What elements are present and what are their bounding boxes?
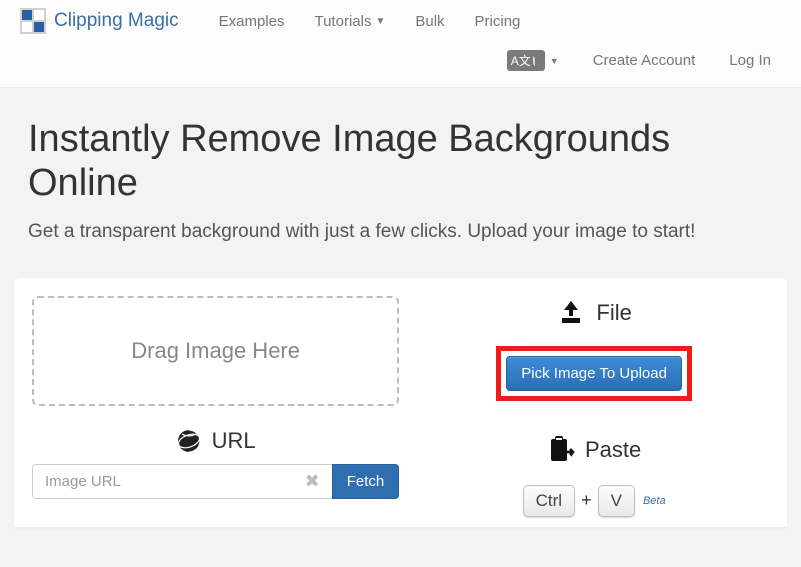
plus-sign: + [581, 490, 592, 511]
file-section-header: File [556, 298, 631, 328]
paste-section-header: Paste [547, 435, 641, 465]
brand-link[interactable]: Clipping Magic [20, 8, 179, 34]
nav-create-account[interactable]: Create Account [593, 52, 696, 69]
nav-pricing[interactable]: Pricing [475, 13, 521, 30]
paste-shortcut-row: Ctrl + V Beta [523, 485, 666, 517]
nav-tutorials-label: Tutorials [314, 13, 371, 30]
translate-icon: A文 [507, 50, 545, 71]
upload-right-column: File Pick Image To Upload Paste Ctrl + V… [419, 296, 769, 517]
beta-badge: Beta [643, 495, 666, 507]
nav-login[interactable]: Log In [729, 52, 771, 69]
language-switcher[interactable]: A文 ▼ [507, 50, 559, 71]
upload-icon [556, 298, 586, 328]
url-input[interactable] [41, 465, 301, 498]
globe-icon [176, 428, 202, 454]
upload-left-column: Drag Image Here URL ✖ Fetch [32, 296, 399, 517]
fetch-button[interactable]: Fetch [332, 464, 400, 499]
clear-icon[interactable]: ✖ [301, 471, 324, 492]
drag-drop-label: Drag Image Here [131, 338, 300, 364]
page-subtitle: Get a transparent background with just a… [28, 219, 773, 246]
clipboard-icon [547, 435, 575, 465]
nav-bulk[interactable]: Bulk [415, 13, 444, 30]
upload-panel: Drag Image Here URL ✖ Fetch [14, 278, 787, 527]
page-title: Instantly Remove Image Backgrounds Onlin… [28, 118, 773, 205]
url-input-row: ✖ Fetch [32, 464, 399, 499]
nav-row-2: A文 ▼ Create Account Log In [0, 36, 801, 87]
caret-down-icon: ▼ [375, 16, 385, 27]
url-section-header: URL [176, 428, 256, 454]
top-nav: Clipping Magic Examples Tutorials ▼ Bulk… [0, 0, 801, 88]
nav-examples[interactable]: Examples [219, 13, 285, 30]
key-v[interactable]: V [598, 485, 635, 517]
paste-label: Paste [585, 437, 641, 463]
file-label: File [596, 300, 631, 326]
url-input-wrapper: ✖ [32, 464, 332, 499]
key-ctrl[interactable]: Ctrl [523, 485, 575, 517]
brand-text: Clipping Magic [54, 10, 179, 32]
drag-drop-zone[interactable]: Drag Image Here [32, 296, 399, 406]
logo-icon [20, 8, 46, 34]
pick-image-button[interactable]: Pick Image To Upload [506, 356, 682, 391]
pick-button-highlight: Pick Image To Upload [496, 346, 692, 401]
nav-tutorials[interactable]: Tutorials ▼ [314, 13, 385, 30]
hero: Instantly Remove Image Backgrounds Onlin… [0, 88, 801, 266]
caret-down-icon: ▼ [550, 56, 559, 66]
url-label: URL [212, 428, 256, 454]
nav-row-1: Clipping Magic Examples Tutorials ▼ Bulk… [0, 0, 801, 36]
nav-links: Examples Tutorials ▼ Bulk Pricing [219, 13, 521, 30]
